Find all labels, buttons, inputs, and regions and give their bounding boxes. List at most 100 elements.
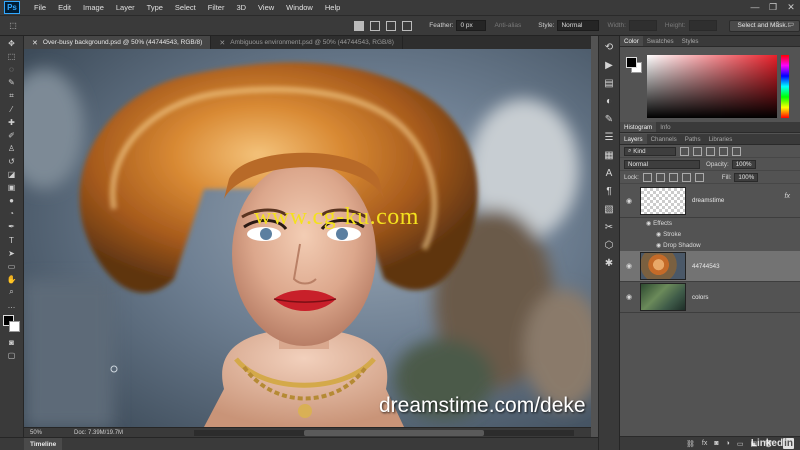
notes-icon[interactable]: ✱: [602, 256, 616, 270]
panel-foreground-swatch[interactable]: [626, 57, 637, 68]
layer-kind-select[interactable]: ⌕ Kind: [624, 146, 676, 156]
actions-icon[interactable]: ▶: [602, 58, 616, 72]
zoom-level[interactable]: 50%: [24, 430, 54, 436]
subtract-selection-icon[interactable]: [386, 20, 397, 31]
tool-presets-icon[interactable]: ▦: [602, 148, 616, 162]
new-group-icon[interactable]: ▭: [737, 440, 744, 448]
screen-mode-icon[interactable]: ▢: [5, 350, 19, 361]
filter-pixel-icon[interactable]: [680, 146, 689, 156]
adjustments-icon[interactable]: ◐: [602, 94, 616, 108]
background-color-swatch[interactable]: [8, 320, 20, 332]
history-brush-icon[interactable]: ↺: [5, 156, 19, 167]
doc-size[interactable]: Doc: 7.39M/19.7M: [74, 430, 123, 436]
menu-type[interactable]: Type: [141, 3, 169, 12]
layer-colors[interactable]: ◉ colors: [620, 282, 800, 313]
menu-filter[interactable]: Filter: [202, 3, 231, 12]
menu-help[interactable]: Help: [319, 3, 346, 12]
blend-mode-select[interactable]: Normal: [624, 159, 700, 169]
healing-tool-icon[interactable]: ✚: [5, 117, 19, 128]
gradient-tool-icon[interactable]: ▣: [5, 182, 19, 193]
layer-44744543[interactable]: ◉ 44744543: [620, 251, 800, 282]
properties-icon[interactable]: ▤: [602, 76, 616, 90]
tab-ambiguous-environment[interactable]: ✕ Ambiguous environment.psd @ 50% (44744…: [211, 36, 403, 49]
stamp-tool-icon[interactable]: ♙: [5, 143, 19, 154]
add-mask-icon[interactable]: ◙: [714, 440, 718, 447]
tab-styles[interactable]: Styles: [678, 36, 703, 46]
hand-tool-icon[interactable]: ✋: [5, 274, 19, 285]
sliders-icon[interactable]: ☰: [602, 130, 616, 144]
paragraph-icon[interactable]: ¶: [602, 184, 616, 198]
lasso-tool-icon[interactable]: ◌: [5, 64, 19, 75]
filter-smart-icon[interactable]: [732, 146, 741, 156]
effects-row[interactable]: ◉ Effects: [620, 218, 800, 229]
lock-artboard-icon[interactable]: [681, 172, 691, 182]
close-tab-icon[interactable]: ✕: [219, 39, 225, 47]
lock-position-icon[interactable]: [668, 172, 678, 182]
workspace-icon[interactable]: ▭: [787, 20, 794, 28]
visibility-eye-icon[interactable]: ◉: [622, 197, 636, 205]
tab-paths[interactable]: Paths: [681, 134, 705, 144]
tab-channels[interactable]: Channels: [647, 134, 681, 144]
close-tab-icon[interactable]: ✕: [32, 39, 38, 47]
3d-icon[interactable]: ⬡: [602, 238, 616, 252]
history-icon[interactable]: ⟲: [602, 40, 616, 54]
zoom-tool-icon[interactable]: ⌕: [5, 287, 19, 298]
blur-tool-icon[interactable]: ●: [5, 195, 19, 206]
shape-tool-icon[interactable]: ▭: [5, 261, 19, 272]
lock-transparent-icon[interactable]: [642, 172, 652, 182]
lock-image-icon[interactable]: [655, 172, 665, 182]
move-tool-icon[interactable]: ✥: [5, 38, 19, 49]
timeline-tab[interactable]: Timeline: [24, 438, 63, 450]
eraser-tool-icon[interactable]: ◪: [5, 169, 19, 180]
menu-view[interactable]: View: [252, 3, 280, 12]
filter-shape-icon[interactable]: [719, 146, 728, 156]
crop-tool-icon[interactable]: ⌗: [5, 90, 19, 101]
visibility-eye-icon[interactable]: ◉: [656, 242, 663, 249]
minimize-button[interactable]: —: [748, 2, 762, 12]
visibility-eye-icon[interactable]: ◉: [646, 220, 653, 227]
color-picker-field[interactable]: [647, 55, 777, 118]
filter-type-icon[interactable]: [706, 146, 715, 156]
document-canvas[interactable]: www.cg-ku.com dreamstime.com/deke: [24, 49, 591, 427]
new-selection-icon[interactable]: [354, 20, 365, 31]
scrollbar-thumb[interactable]: [304, 430, 484, 436]
path-select-tool-icon[interactable]: ➤: [5, 248, 19, 259]
link-layers-icon[interactable]: ⛓: [686, 440, 695, 448]
width-input[interactable]: [628, 20, 657, 31]
style-select[interactable]: Normal: [557, 20, 600, 31]
eyedropper-tool-icon[interactable]: ⁄: [5, 104, 19, 115]
brush-tool-icon[interactable]: ✐: [5, 130, 19, 141]
tab-over-busy-background[interactable]: ✕ Over-busy background.psd @ 50% (447445…: [24, 36, 212, 49]
visibility-eye-icon[interactable]: ◉: [622, 262, 636, 270]
menu-window[interactable]: Window: [280, 3, 319, 12]
glyphs-icon[interactable]: ▧: [602, 202, 616, 216]
effect-drop-shadow-row[interactable]: ◉ Drop Shadow: [620, 240, 800, 251]
menu-edit[interactable]: Edit: [52, 3, 77, 12]
layer-dreamstime[interactable]: ◉ dreamstime fx: [620, 184, 800, 218]
menu-image[interactable]: Image: [77, 3, 110, 12]
close-window-button[interactable]: ✕: [784, 2, 798, 13]
quick-mask-icon[interactable]: ◙: [5, 337, 19, 348]
marquee-tool-icon[interactable]: ⬚: [5, 51, 19, 62]
search-icon[interactable]: ⌕: [775, 20, 779, 28]
tab-color[interactable]: Color: [620, 36, 643, 46]
marquee-preset-icon[interactable]: ⬚: [6, 20, 20, 31]
menu-3d[interactable]: 3D: [230, 3, 252, 12]
tab-libraries[interactable]: Libraries: [705, 134, 737, 144]
add-style-icon[interactable]: fx: [702, 440, 707, 447]
opacity-input[interactable]: 100%: [731, 159, 756, 169]
lock-all-icon[interactable]: [694, 172, 704, 182]
dodge-tool-icon[interactable]: ◔: [5, 208, 19, 219]
maximize-button[interactable]: ❐: [766, 2, 780, 13]
menu-file[interactable]: File: [28, 3, 52, 12]
hue-slider[interactable]: [781, 55, 789, 118]
quick-select-tool-icon[interactable]: ✎: [5, 77, 19, 88]
horizontal-scrollbar[interactable]: [194, 430, 574, 436]
brush-settings-icon[interactable]: ✎: [602, 112, 616, 126]
clone-source-icon[interactable]: ✂: [602, 220, 616, 234]
add-selection-icon[interactable]: [370, 20, 381, 31]
visibility-eye-icon[interactable]: ◉: [622, 293, 636, 301]
antialias-checkbox[interactable]: Anti-alias: [494, 22, 521, 29]
tab-layers[interactable]: Layers: [620, 134, 647, 144]
color-swatches[interactable]: [2, 314, 21, 333]
